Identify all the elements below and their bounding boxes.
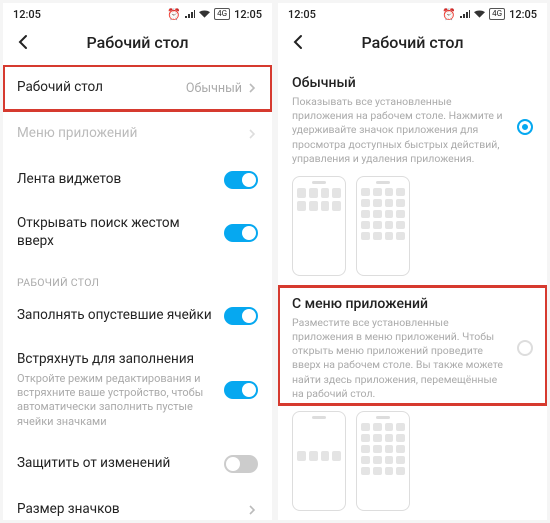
row-home-layout[interactable]: Рабочий стол Обычный (3, 65, 272, 111)
signal-icon (185, 10, 195, 18)
back-button[interactable] (13, 31, 35, 53)
back-button[interactable] (288, 31, 310, 53)
row-label: Меню приложений (17, 125, 238, 143)
phone-mock-icon (356, 176, 410, 276)
wifi-icon (474, 10, 485, 18)
row-label: Лента виджетов (17, 171, 216, 189)
option-description: Показывать все установленные приложения … (292, 95, 533, 166)
row-shake-fill[interactable]: Встряхнуть для заполнения Откройте режим… (3, 339, 272, 441)
row-sublabel: Откройте режим редактирования и встряхни… (17, 372, 216, 429)
row-fill-empty[interactable]: Заполнять опустевшие ячейки (3, 293, 272, 339)
row-label: Защитить от изменений (17, 455, 216, 473)
preview-with-drawer (278, 405, 547, 520)
radio-classic[interactable] (517, 119, 533, 135)
section-header-home: РАБОЧИЙ СТОЛ (3, 262, 272, 293)
chevron-left-icon (291, 34, 307, 50)
toggle-fill-empty[interactable] (224, 307, 258, 325)
row-swipe-search[interactable]: Открывать поиск жестом вверх (3, 203, 272, 262)
wifi-icon (199, 10, 210, 18)
preview-classic (278, 170, 547, 286)
layout-options: Обычный Показывать все установленные при… (278, 65, 547, 520)
row-label: Открывать поиск жестом вверх (17, 215, 216, 250)
option-description: Разместите все установленные приложения … (292, 316, 533, 401)
alarm-icon: ⏰ (167, 8, 181, 21)
radio-with-drawer[interactable] (517, 340, 533, 356)
toggle-widget-feed[interactable] (224, 171, 258, 189)
phone-mock-icon (292, 411, 346, 511)
option-classic[interactable]: Обычный Показывать все установленные при… (278, 65, 547, 286)
row-label: Заполнять опустевшие ячейки (17, 307, 216, 325)
row-label: Размер значков (17, 501, 238, 519)
row-widget-feed[interactable]: Лента виджетов (3, 157, 272, 203)
network-badge: 4G (489, 8, 505, 20)
row-value: Обычный (186, 81, 242, 96)
row-label: Встряхнуть для заполнения (17, 351, 216, 369)
row-label: Рабочий стол (17, 79, 178, 97)
chevron-right-icon (246, 504, 258, 516)
alarm-icon: ⏰ (442, 8, 456, 21)
clock-right: 12:05 (234, 8, 262, 21)
page-title: Рабочий стол (35, 33, 240, 52)
toggle-lock-layout[interactable] (224, 455, 258, 473)
page-title: Рабочий стол (310, 33, 515, 52)
signal-icon (460, 10, 470, 18)
phone-mock-icon (292, 176, 346, 276)
toggle-shake-fill[interactable] (224, 381, 258, 399)
phone-mock-icon (356, 411, 410, 511)
settings-list: Рабочий стол Обычный Меню приложений Лен… (3, 65, 272, 520)
header: Рабочий стол (278, 25, 547, 65)
option-title: С меню приложений (292, 296, 533, 312)
chevron-left-icon (16, 34, 32, 50)
option-title: Обычный (292, 75, 533, 91)
network-badge: 4G (214, 8, 230, 20)
settings-screen-right: 12:05 ⏰ 4G 12:05 Рабочий стол Обычный По… (278, 3, 547, 520)
clock: 12:05 (288, 8, 316, 21)
settings-screen-left: 12:05 ⏰ 4G 12:05 Рабочий стол Рабочий ст… (3, 3, 272, 520)
status-bar: 12:05 ⏰ 4G 12:05 (3, 3, 272, 25)
row-app-drawer: Меню приложений (3, 111, 272, 157)
toggle-swipe-search[interactable] (224, 224, 258, 242)
row-icon-size[interactable]: Размер значков (3, 487, 272, 520)
chevron-right-icon (246, 82, 258, 94)
header: Рабочий стол (3, 25, 272, 65)
clock: 12:05 (13, 8, 41, 21)
row-lock-layout[interactable]: Защитить от изменений (3, 441, 272, 487)
option-with-drawer[interactable]: С меню приложений Разместите все установ… (278, 286, 547, 405)
clock-right: 12:05 (509, 8, 537, 21)
chevron-right-icon (246, 128, 258, 140)
status-bar: 12:05 ⏰ 4G 12:05 (278, 3, 547, 25)
